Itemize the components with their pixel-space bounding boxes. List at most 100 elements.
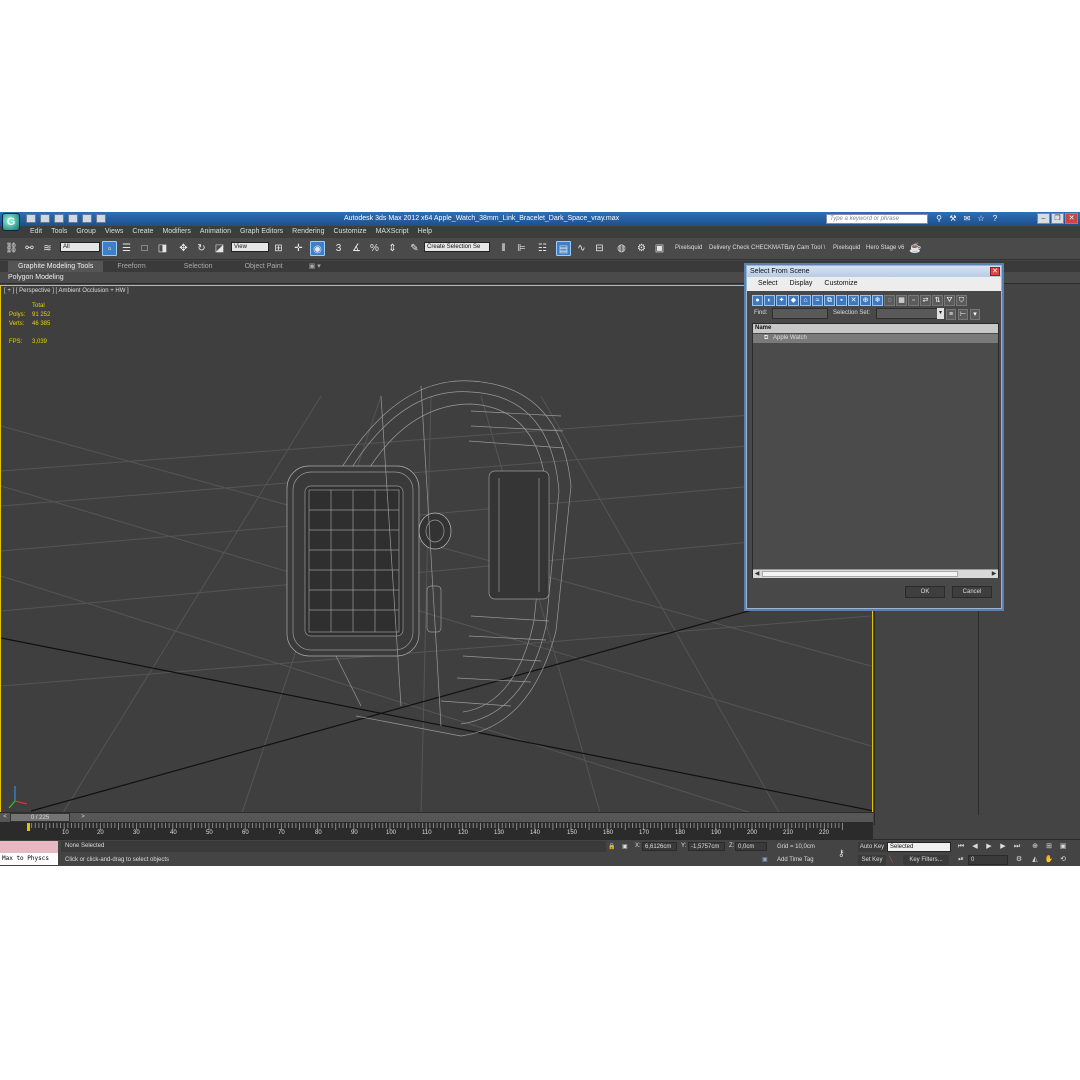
ribbon-options-icon[interactable]: ▣ ▾ [299,261,331,272]
previous-frame-icon[interactable]: ◀ [970,842,980,851]
display-spacewarps-icon[interactable]: ≈ [812,295,823,306]
sync-selection-icon[interactable]: ⇅ [932,295,943,306]
menu-edit[interactable]: Edit [30,226,42,238]
key-mode-toggle-icon[interactable]: ⏯ [956,855,966,864]
reference-coordinate-dropdown[interactable]: View [231,242,269,252]
app-logo[interactable]: G [2,213,20,231]
zoom-all-icon[interactable]: ⊞ [1044,842,1054,851]
horizontal-scrollbar[interactable]: ◀ ▶ [753,569,998,578]
save-file-icon[interactable] [54,214,64,223]
chevron-left-icon[interactable]: < [0,813,10,822]
mirror-icon[interactable]: ⫴ [496,241,511,256]
favorites-icon[interactable]: ☆ [976,214,986,223]
unlink-icon[interactable]: ⚯ [22,241,37,256]
expand-icon[interactable]: ▾ [970,309,980,320]
filter-icon[interactable]: ⛛ [944,295,955,306]
add-time-tag-button[interactable]: Add Time Tag [777,857,814,863]
redo-icon[interactable] [82,214,92,223]
select-manipulate-icon[interactable]: ✛ [291,241,306,256]
binoculars-icon[interactable]: ⚲ [934,214,944,223]
render-setup-icon[interactable]: ⚙ [634,241,649,256]
open-file-icon[interactable] [40,214,50,223]
list-item[interactable]: ⧉ Apple Watch [753,334,998,343]
zoom-icon[interactable]: ⊕ [1030,842,1040,851]
tab-object-paint[interactable]: Object Paint [235,261,293,272]
edit-named-selection-icon[interactable]: ✎ [407,241,422,256]
select-rotate-icon[interactable]: ↻ [194,241,209,256]
select-move-icon[interactable]: ✥ [176,241,191,256]
find-input[interactable] [772,308,828,319]
list-mode-icon[interactable]: ≡ [946,309,956,320]
spinner-snap-icon[interactable]: ⇕ [385,241,400,256]
align-icon[interactable]: ⊫ [514,241,529,256]
menu-rendering[interactable]: Rendering [292,226,324,238]
ok-button[interactable]: OK [905,586,945,598]
selection-filter-dropdown[interactable]: All [60,242,100,252]
key-mode-dropdown[interactable]: Selected [887,842,951,852]
dialog-menu-display[interactable]: Display [789,277,812,291]
key-icon[interactable]: ⚷ [838,848,845,859]
scroll-right-icon[interactable]: ▶ [990,570,998,578]
set-key-icon[interactable]: ╲ [889,856,893,863]
window-crossing-icon[interactable]: ◨ [155,241,170,256]
display-hidden-icon[interactable]: ◌ [884,295,895,306]
menu-views[interactable]: Views [105,226,124,238]
auto-key-button[interactable]: Auto Key [858,842,886,852]
go-to-start-icon[interactable]: ⏮ [956,842,966,851]
named-selection-sets-dropdown[interactable]: Create Selection Se [424,242,490,252]
menu-maxscript[interactable]: MAXScript [376,226,409,238]
render-frame-icon[interactable]: ▣ [652,241,667,256]
search-input[interactable]: Type a keyword or phrase [826,214,928,224]
keyboard-shortcut-override-icon[interactable]: ◉ [310,241,325,256]
display-invert-icon[interactable]: ⇄ [920,295,931,306]
display-frozen-icon[interactable]: ❄ [872,295,883,306]
column-header-name[interactable]: Name [753,324,998,333]
teapot-icon[interactable]: ☕ [908,241,923,256]
selection-set-dropdown[interactable] [876,308,943,319]
project-folder-icon[interactable] [96,214,106,223]
select-by-name-icon[interactable]: ☰ [119,241,134,256]
display-shapes-icon[interactable]: ◐ [764,295,775,306]
menu-group[interactable]: Group [76,226,95,238]
scene-object-list[interactable]: Name ⧉ Apple Watch ◀ ▶ [752,323,999,578]
y-coordinate-field[interactable]: -1,5757cm [688,842,725,851]
plugin-hero-stage[interactable]: Hero Stage v6 [866,245,904,251]
dialog-menu-customize[interactable]: Customize [824,277,857,291]
cancel-button[interactable]: Cancel [952,586,992,598]
layer-manager-icon[interactable]: ☷ [535,241,550,256]
display-geometry-icon[interactable]: ● [752,295,763,306]
undo-icon[interactable] [68,214,78,223]
time-slider[interactable]: < 0 / 225 > [0,812,873,822]
polygon-modeling-panel[interactable]: Polygon Modeling [8,274,64,281]
z-coordinate-field[interactable]: 0,0cm [735,842,767,851]
menu-modifiers[interactable]: Modifiers [162,226,190,238]
x-coordinate-field[interactable]: 6,6126cm [642,842,677,851]
field-of-view-icon[interactable]: ◭ [1030,855,1040,864]
material-editor-icon[interactable]: ◍ [614,241,629,256]
plugin-pixelsquid-2[interactable]: Pixelsquid [833,245,860,251]
menu-customize[interactable]: Customize [333,226,366,238]
graphite-toggle-icon[interactable]: ▤ [556,241,571,256]
percent-snap-icon[interactable]: % [367,241,382,256]
current-frame-field[interactable]: 0 [968,855,1008,865]
advanced-filter-icon[interactable]: ⛉ [956,295,967,306]
plugin-cam-tool[interactable]: uty Cam Tool \ [787,245,825,251]
angle-snap-icon[interactable]: ∡ [349,241,364,256]
menu-tools[interactable]: Tools [51,226,67,238]
scroll-left-icon[interactable]: ◀ [753,570,761,578]
select-object-icon[interactable]: ▫ [102,241,117,256]
bind-space-warp-icon[interactable]: ≋ [40,241,55,256]
dialog-close-icon[interactable]: ✕ [990,267,1000,276]
time-slider-thumb[interactable]: 0 / 225 [10,813,70,822]
set-key-button[interactable]: Set Key [858,855,886,865]
menu-animation[interactable]: Animation [200,226,231,238]
scrollbar-thumb[interactable] [762,571,958,577]
display-none-icon[interactable]: ▫ [908,295,919,306]
chevron-down-icon[interactable]: ▾ [937,308,944,319]
menu-graph-editors[interactable]: Graph Editors [240,226,283,238]
play-icon[interactable]: ▶ [984,842,994,851]
zoom-extents-icon[interactable]: ▣ [1058,842,1068,851]
time-tag-icon[interactable]: ▣ [762,856,768,863]
perspective-viewport[interactable]: [ + ] [ Perspective ] [ Ambient Occlusio… [0,285,873,815]
track-bar[interactable]: 10 20 30 40 50 60 70 80 90 100 110 120 1… [0,822,873,839]
